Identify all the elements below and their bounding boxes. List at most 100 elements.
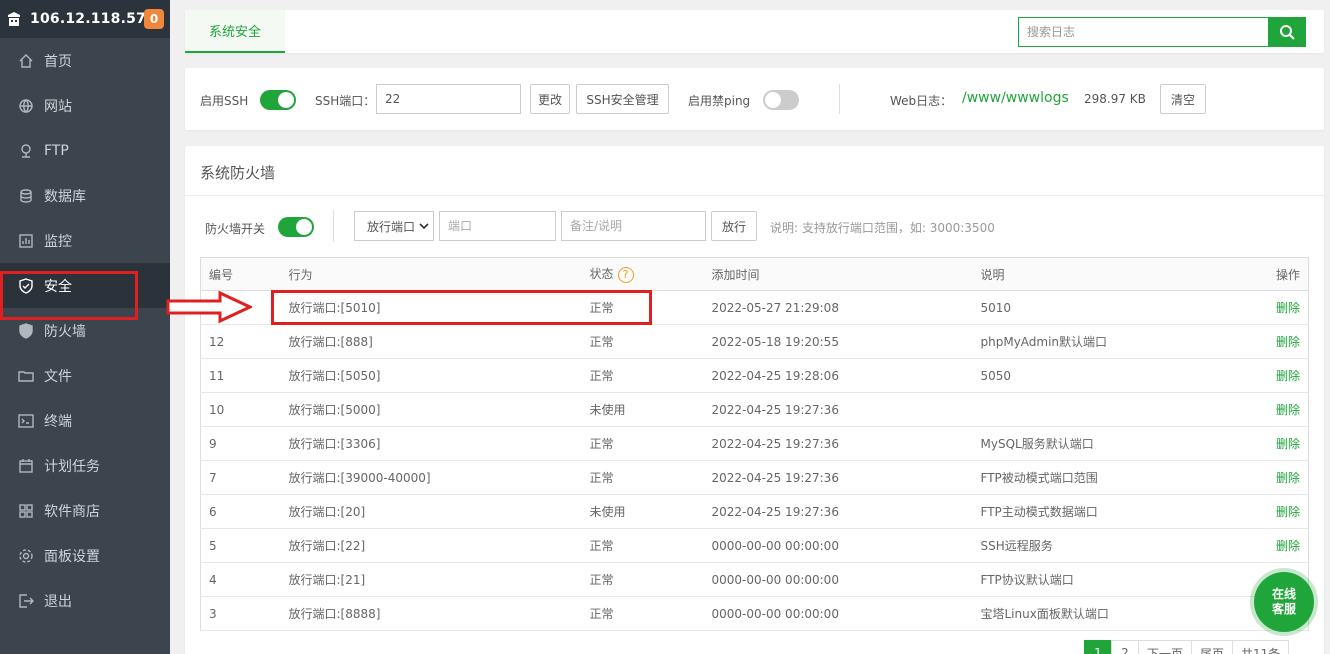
rule-time: 2022-04-25 19:28:06 [703, 358, 973, 393]
delete-link[interactable]: 删除 [1276, 539, 1300, 553]
divider [333, 210, 334, 242]
allow-port-button[interactable]: 放行 [711, 211, 757, 241]
col-time: 添加时间 [703, 257, 973, 291]
last-page[interactable]: 尾页 [1191, 640, 1234, 654]
notification-badge[interactable]: 0 [144, 9, 164, 29]
table-row: 9 放行端口:[3306] 正常 2022-04-25 19:27:36 MyS… [200, 426, 1309, 461]
log-search [1018, 17, 1306, 47]
rule-op: 删除 [1232, 290, 1309, 325]
rule-op: 删除 [1232, 358, 1309, 393]
sidebar-item-monitor[interactable]: 监控 [0, 218, 170, 263]
note-input[interactable] [561, 211, 706, 241]
rule-action: 放行端口:[5000] [280, 392, 582, 427]
rule-time: 0000-00-00 00:00:00 [703, 596, 973, 631]
rule-status: 正常 [581, 460, 704, 495]
sidebar-item-files[interactable]: 文件 [0, 353, 170, 398]
web-log-size: 298.97 KB [1084, 92, 1146, 106]
delete-link[interactable]: 删除 [1276, 403, 1300, 417]
port-input[interactable] [439, 211, 556, 241]
gear-icon [18, 548, 34, 564]
table-row: 10 放行端口:[5000] 未使用 2022-04-25 19:27:36 删… [200, 392, 1309, 427]
rule-id: 9 [200, 426, 281, 461]
divider [185, 195, 1324, 196]
sidebar-item-store[interactable]: 软件商店 [0, 488, 170, 533]
sidebar-item-database[interactable]: 数据库 [0, 173, 170, 218]
sidebar-item-home[interactable]: 首页 [0, 38, 170, 83]
enable-ssh-toggle[interactable] [260, 90, 296, 110]
sidebar-item-settings[interactable]: 面板设置 [0, 533, 170, 578]
sidebar-item-label: 退出 [44, 593, 72, 610]
delete-link[interactable]: 删除 [1276, 301, 1300, 315]
sidebar-item-ftp[interactable]: FTP [0, 128, 170, 173]
delete-link[interactable]: 删除 [1276, 505, 1300, 519]
tab-system-security[interactable]: 系统安全 [185, 10, 285, 53]
sidebar-item-website[interactable]: 网站 [0, 83, 170, 128]
rule-type-value: 放行端口 [367, 219, 416, 234]
annotation-box-rule [271, 290, 652, 325]
rule-status: 未使用 [581, 494, 704, 529]
rule-type-select[interactable]: 放行端口 [354, 211, 434, 241]
rule-time: 2022-04-25 19:27:36 [703, 494, 973, 529]
help-icon[interactable]: ? [617, 266, 634, 283]
ftp-icon [18, 143, 34, 159]
page-1[interactable]: 1 [1084, 640, 1112, 654]
page-2[interactable]: 2 [1111, 640, 1139, 654]
tab-bar: 系统安全 [185, 10, 1324, 53]
sidebar-item-label: 面板设置 [44, 548, 100, 565]
rule-desc: SSH远程服务 [972, 528, 1233, 563]
online-support-button[interactable]: 在线 客服 [1254, 572, 1314, 632]
search-button[interactable] [1268, 17, 1306, 47]
web-log-label: Web日志： [890, 94, 953, 108]
delete-link[interactable]: 删除 [1276, 369, 1300, 383]
rule-id: 11 [200, 358, 281, 393]
rule-action: 放行端口:[21] [280, 562, 582, 597]
firewall-panel: 系统防火墙 防火墙开关 放行端口 放行 说明: 支持放行端口范围，如: 3000… [185, 146, 1324, 654]
ssh-settings-panel: 启用SSH SSH端口： 更改 SSH安全管理 启用禁ping Web日志： /… [185, 68, 1324, 130]
sidebar-item-label: 计划任务 [44, 458, 100, 475]
terminal-icon [18, 413, 34, 429]
rule-action: 放行端口:[888] [280, 324, 582, 359]
globe-icon [18, 98, 34, 114]
sidebar-item-logout[interactable]: 退出 [0, 578, 170, 623]
delete-link[interactable]: 删除 [1276, 335, 1300, 349]
ban-ping-toggle[interactable] [763, 90, 799, 110]
rule-op: 删除 [1232, 460, 1309, 495]
rule-status: 正常 [581, 426, 704, 461]
next-page[interactable]: 下一页 [1138, 640, 1193, 654]
rule-time: 0000-00-00 00:00:00 [703, 528, 973, 563]
firewall-toggle[interactable] [278, 217, 314, 237]
change-port-button[interactable]: 更改 [530, 84, 570, 114]
rule-desc: FTP主动模式数据端口 [972, 494, 1233, 529]
rule-op: 删除 [1232, 426, 1309, 461]
ban-ping-label: 启用禁ping [688, 94, 751, 108]
table-row: 11 放行端口:[5050] 正常 2022-04-25 19:28:06 50… [200, 358, 1309, 393]
delete-link[interactable]: 删除 [1276, 437, 1300, 451]
rule-op: 删除 [1232, 324, 1309, 359]
rule-status: 正常 [581, 596, 704, 631]
rule-action: 放行端口:[22] [280, 528, 582, 563]
web-log-path-link[interactable]: /www/wwwlogs [962, 90, 1069, 106]
sidebar-item-cron[interactable]: 计划任务 [0, 443, 170, 488]
chat-line-1: 在线 [1271, 587, 1296, 601]
ssh-manage-button[interactable]: SSH安全管理 [576, 84, 669, 114]
col-status-label: 状态 [589, 267, 614, 282]
server-ip: 106.12.118.57 [30, 11, 146, 27]
col-desc: 说明 [972, 257, 1233, 291]
rule-time: 2022-05-27 21:29:08 [703, 290, 973, 325]
rule-desc: 5010 [972, 290, 1233, 325]
ssh-port-input[interactable] [376, 84, 521, 114]
col-action: 行为 [280, 257, 582, 291]
sidebar-item-terminal[interactable]: 终端 [0, 398, 170, 443]
rule-op: 删除 [1232, 528, 1309, 563]
clear-log-button[interactable]: 清空 [1160, 84, 1206, 114]
sidebar-item-label: 监控 [44, 233, 72, 250]
chat-line-2: 客服 [1271, 602, 1296, 616]
table-row: 4 放行端口:[21] 正常 0000-00-00 00:00:00 FTP协议… [200, 562, 1309, 597]
search-log-input[interactable] [1018, 17, 1268, 47]
rule-id: 5 [200, 528, 281, 563]
table-row: 6 放行端口:[20] 未使用 2022-04-25 19:27:36 FTP主… [200, 494, 1309, 529]
rule-time: 0000-00-00 00:00:00 [703, 562, 973, 597]
rule-desc: FTP被动模式端口范围 [972, 460, 1233, 495]
firewall-title: 系统防火墙 [200, 164, 276, 182]
delete-link[interactable]: 删除 [1276, 471, 1300, 485]
